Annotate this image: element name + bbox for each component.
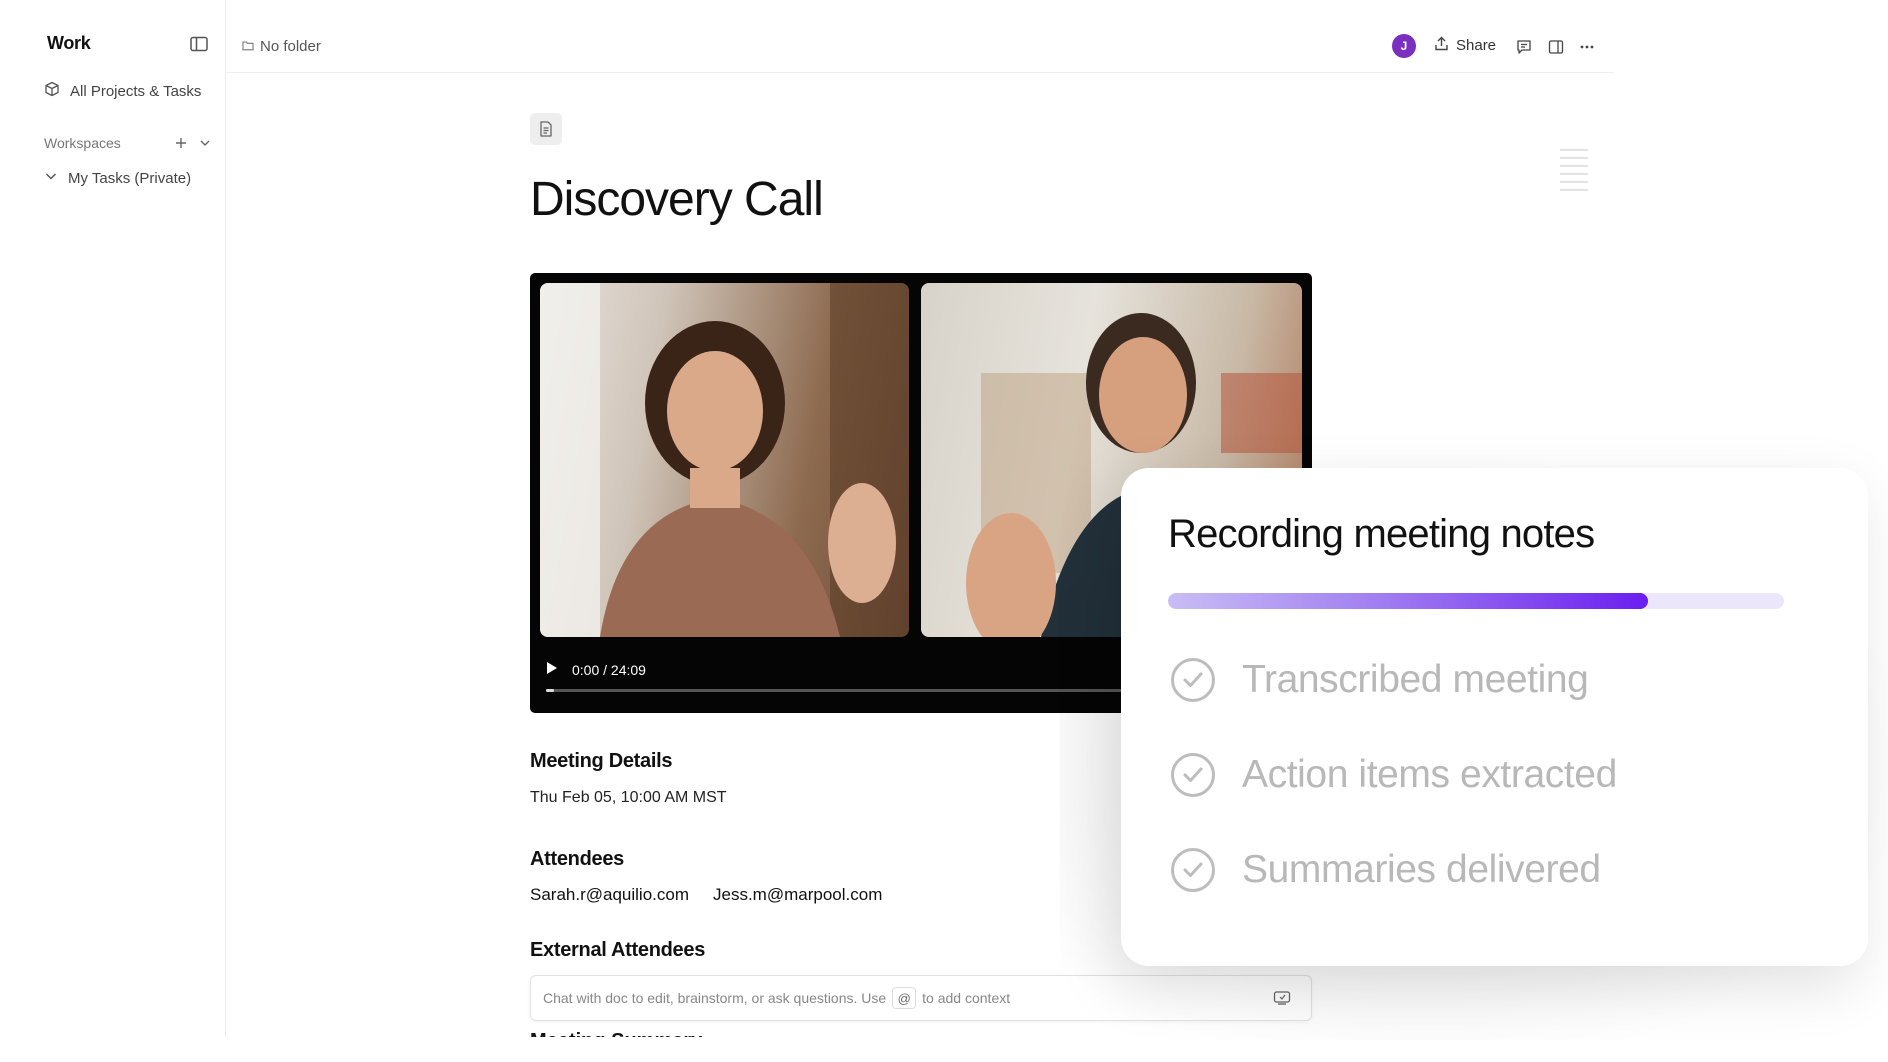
step-action-items: Action items extracted	[1171, 753, 1617, 797]
sidebar-item-my-tasks[interactable]: My Tasks (Private)	[44, 169, 191, 187]
meeting-details-heading: Meeting Details	[530, 750, 673, 772]
share-icon	[1434, 36, 1449, 55]
video-controls: 0:00 / 24:09	[546, 661, 646, 678]
external-attendees-heading: External Attendees	[530, 939, 706, 961]
breadcrumb[interactable]: No folder	[242, 38, 321, 55]
sidebar-toggle-icon[interactable]	[190, 36, 208, 52]
more-options-icon[interactable]	[1577, 37, 1597, 57]
document-icon[interactable]	[530, 113, 562, 145]
cube-icon	[44, 81, 60, 101]
panel-toggle-icon[interactable]	[1546, 37, 1566, 57]
attendee-email[interactable]: Sarah.r@aquilio.com	[530, 885, 689, 905]
recording-title: Recording meeting notes	[1168, 512, 1595, 556]
sidebar: Work All Projects & Tasks Workspaces My …	[0, 0, 226, 1037]
workspaces-section-header: Workspaces	[44, 134, 214, 152]
sidebar-item-label: My Tasks (Private)	[68, 169, 192, 187]
chevron-down-icon[interactable]	[44, 169, 58, 187]
add-workspace-icon[interactable]	[172, 134, 190, 152]
chat-placeholder-suffix: to add context	[922, 990, 1011, 1006]
app-window: Work All Projects & Tasks Workspaces My …	[0, 0, 1888, 1062]
step-summaries: Summaries delivered	[1171, 848, 1601, 892]
recording-progress-bar	[1168, 593, 1784, 609]
attendee-email[interactable]: Jess.m@marpool.com	[713, 885, 882, 905]
page-title[interactable]: Discovery Call	[530, 172, 824, 227]
meeting-datetime: Thu Feb 05, 10:00 AM MST	[530, 789, 727, 806]
chevron-down-icon[interactable]	[196, 134, 214, 152]
meeting-summary-heading: Meeting Summary	[530, 1028, 702, 1037]
comment-icon[interactable]	[1514, 37, 1534, 57]
workspaces-label: Workspaces	[44, 135, 121, 151]
avatar[interactable]: J	[1392, 34, 1416, 58]
mention-chip: @	[892, 987, 917, 1009]
check-circle-icon	[1171, 753, 1215, 797]
check-circle-icon	[1171, 658, 1215, 702]
video-progress-fill	[546, 689, 554, 692]
top-bar: No folder J Share	[227, 0, 1614, 73]
attendees-heading: Attendees	[530, 848, 624, 870]
check-circle-icon	[1171, 848, 1215, 892]
sidebar-item-label: All Projects & Tasks	[70, 82, 202, 100]
step-label: Transcribed meeting	[1242, 658, 1589, 701]
recording-status-card: Recording meeting notes Transcribed meet…	[1121, 468, 1868, 966]
recording-progress-fill	[1168, 593, 1649, 609]
sidebar-item-all-projects[interactable]: All Projects & Tasks	[44, 81, 201, 101]
folder-label: No folder	[260, 38, 321, 55]
step-label: Summaries delivered	[1242, 848, 1601, 891]
attendees-list: Sarah.r@aquilio.com Jess.m@marpool.com	[530, 885, 882, 905]
play-icon[interactable]	[546, 661, 558, 678]
document-outline[interactable]	[1560, 149, 1588, 197]
chat-placeholder-prefix: Chat with doc to edit, brainstorm, or as…	[543, 990, 887, 1006]
folder-icon	[242, 38, 254, 55]
share-label: Share	[1456, 37, 1497, 54]
participant-video-tile	[540, 283, 909, 637]
step-transcribed: Transcribed meeting	[1171, 658, 1589, 702]
step-label: Action items extracted	[1242, 753, 1617, 796]
share-button[interactable]: Share	[1434, 36, 1496, 55]
video-time: 0:00 / 24:09	[572, 661, 646, 678]
workspace-title[interactable]: Work	[47, 33, 91, 54]
